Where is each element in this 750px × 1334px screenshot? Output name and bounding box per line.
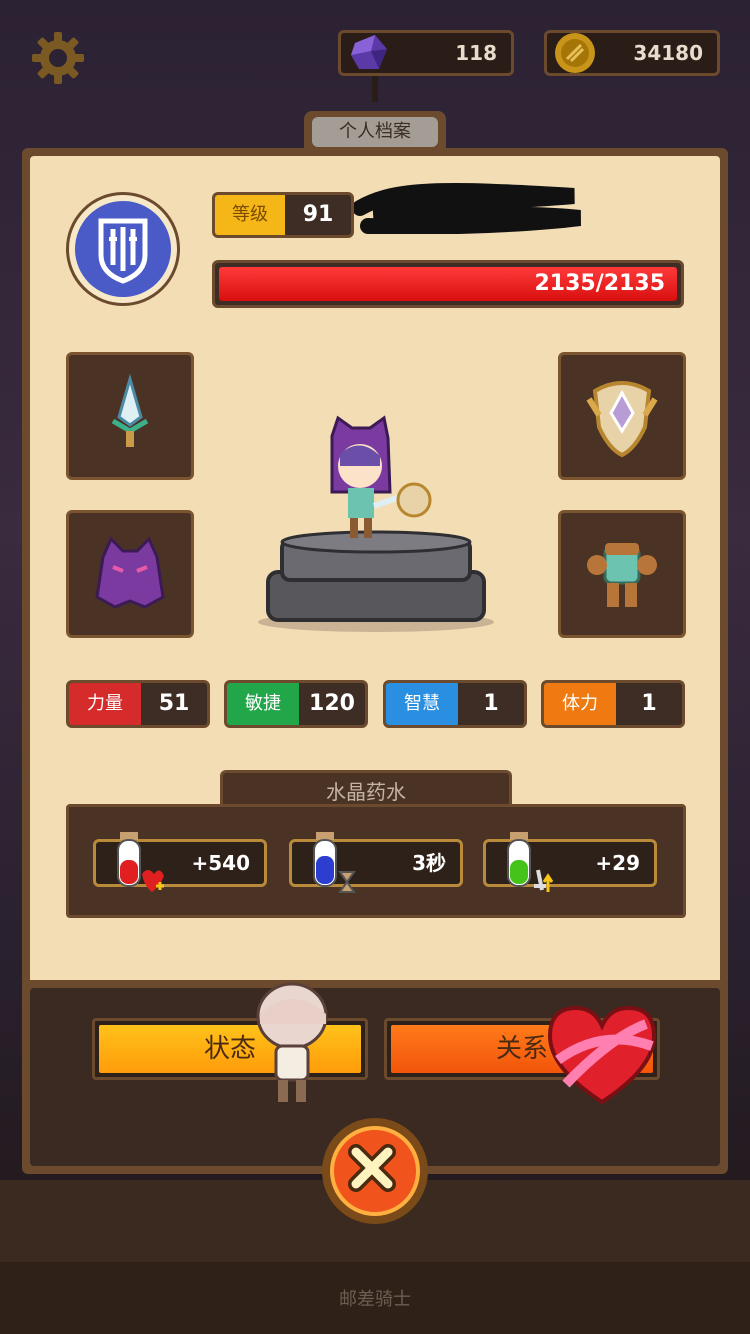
- leather-armor-icon: [587, 543, 657, 607]
- gem-count: 118: [455, 41, 497, 65]
- hp-value: 2135/2135: [534, 271, 666, 296]
- profile-tab: 个人档案: [304, 111, 446, 151]
- equip-slot-weapon[interactable]: [66, 352, 194, 480]
- level-value: 91: [302, 202, 334, 227]
- potion-speed-value: 3秒: [412, 851, 446, 875]
- potion-speed[interactable]: 3秒: [289, 832, 463, 893]
- equip-slot-helmet[interactable]: [66, 510, 194, 638]
- stat-strength: 力量 51: [66, 680, 210, 728]
- potion-attack[interactable]: +29: [483, 832, 657, 892]
- coin-icon: [555, 33, 595, 73]
- stat-stamina-value: 1: [641, 691, 657, 716]
- stat-wisdom-value: 1: [483, 691, 499, 716]
- coin-count: 34180: [633, 41, 703, 65]
- equip-slot-shield[interactable]: [558, 352, 686, 480]
- chibi-character: [256, 982, 328, 1102]
- cat-hood-icon: [95, 536, 165, 609]
- stat-stamina: 体力 1: [541, 680, 685, 728]
- stat-strength-value: 51: [158, 691, 190, 716]
- crest-shield-icon: [586, 381, 658, 458]
- potion-health-value: +540: [191, 851, 250, 875]
- redacted-name: [354, 183, 581, 234]
- stat-wisdom-label: 智慧: [386, 683, 458, 725]
- coin-counter[interactable]: 34180: [544, 30, 720, 76]
- health-potion-icon: [117, 832, 164, 892]
- stat-agility-value: 120: [309, 691, 355, 716]
- potion-health[interactable]: +540: [93, 832, 267, 892]
- spear-icon: [111, 373, 149, 447]
- gem-counter-pin: [372, 76, 378, 102]
- attack-potion-icon: [507, 832, 554, 892]
- class-emblem: [66, 192, 180, 306]
- equip-slot-armor[interactable]: [558, 510, 686, 638]
- level-badge: 等级 91: [212, 192, 354, 238]
- gem-counter[interactable]: 118: [338, 30, 514, 76]
- profile-tab-label: 个人档案: [312, 117, 438, 147]
- stat-strength-label: 力量: [69, 683, 141, 725]
- potion-attack-value: +29: [595, 851, 640, 875]
- settings-gear-icon[interactable]: [30, 30, 86, 86]
- level-label: 等级: [215, 195, 285, 235]
- stat-agility: 敏捷 120: [224, 680, 368, 728]
- close-button[interactable]: [322, 1118, 428, 1224]
- potion-section: +540 3秒 +29: [66, 804, 686, 918]
- close-icon: [348, 1144, 396, 1192]
- shield-icon: [98, 218, 148, 284]
- hp-bar: 2135/2135: [212, 260, 684, 308]
- stat-wisdom: 智慧 1: [383, 680, 527, 728]
- time-potion-icon: [313, 832, 356, 893]
- gem-icon: [351, 35, 387, 69]
- heart-icon: [547, 1005, 657, 1105]
- profile-panel: 等级 91 2135/2135 力量 51 敏捷 120 智慧 1 体力 1 水…: [22, 148, 728, 988]
- character-pedestal: [258, 415, 494, 632]
- knight-character: [330, 415, 432, 538]
- stat-agility-label: 敏捷: [227, 683, 299, 725]
- footer-title: 邮差骑士: [339, 1289, 411, 1310]
- stat-stamina-label: 体力: [544, 683, 616, 725]
